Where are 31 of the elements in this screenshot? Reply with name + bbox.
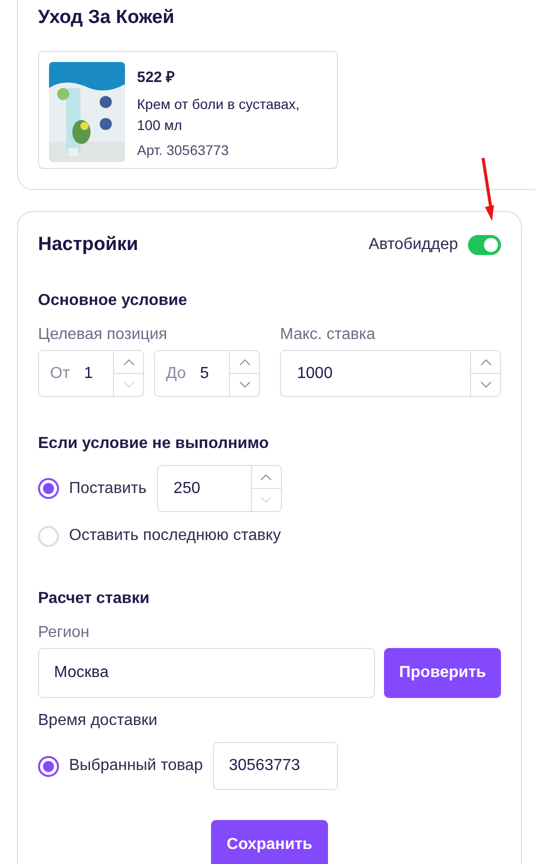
radio-label: Поставить bbox=[69, 480, 147, 498]
field-label: Регион bbox=[38, 624, 90, 642]
field-label: Целевая позиция bbox=[38, 326, 168, 344]
field-label: Макс. ставка bbox=[280, 326, 376, 344]
radio-label: Оставить последнюю ставку bbox=[69, 527, 281, 545]
check-button[interactable]: Проверить bbox=[384, 648, 501, 698]
annotation-arrow bbox=[480, 157, 496, 223]
number-field[interactable]: От 1 bbox=[38, 350, 144, 397]
category-title: Уход За Кожей bbox=[38, 7, 176, 29]
product-card[interactable]: 522 ₽ Крем от боли в суставах, 100 мл Арт. 30563773 bbox=[38, 51, 338, 169]
field-prefix: От bbox=[50, 364, 71, 382]
product-price: 522 ₽ bbox=[137, 68, 176, 86]
number-field[interactable]: 250 bbox=[156, 465, 282, 512]
radio-button[interactable] bbox=[38, 478, 59, 499]
radio-button[interactable] bbox=[38, 756, 59, 776]
article-field[interactable]: 30563773 bbox=[212, 742, 338, 790]
field-prefix: До bbox=[166, 364, 187, 382]
product-name: Крем от боли в суставах, 100 мл bbox=[137, 95, 301, 135]
product-article: Арт. 30563773 bbox=[137, 142, 230, 158]
section-title: Расчет ставки bbox=[38, 590, 150, 608]
number-field[interactable]: 1000 bbox=[280, 350, 501, 397]
section-title: Основное условие bbox=[38, 292, 188, 310]
region-field[interactable]: Москва bbox=[38, 648, 376, 698]
autobidder-label: Автобиддер bbox=[368, 236, 458, 254]
section-title: Если условие не выполнимо bbox=[38, 435, 270, 453]
field-label: Время доставки bbox=[38, 712, 158, 730]
number-field[interactable]: До 5 bbox=[154, 350, 260, 397]
save-button[interactable]: Сохранить bbox=[210, 820, 328, 864]
autobidder-toggle[interactable] bbox=[468, 235, 501, 255]
settings-title: Настройки bbox=[38, 234, 138, 256]
radio-label: Выбранный товар bbox=[69, 757, 203, 775]
